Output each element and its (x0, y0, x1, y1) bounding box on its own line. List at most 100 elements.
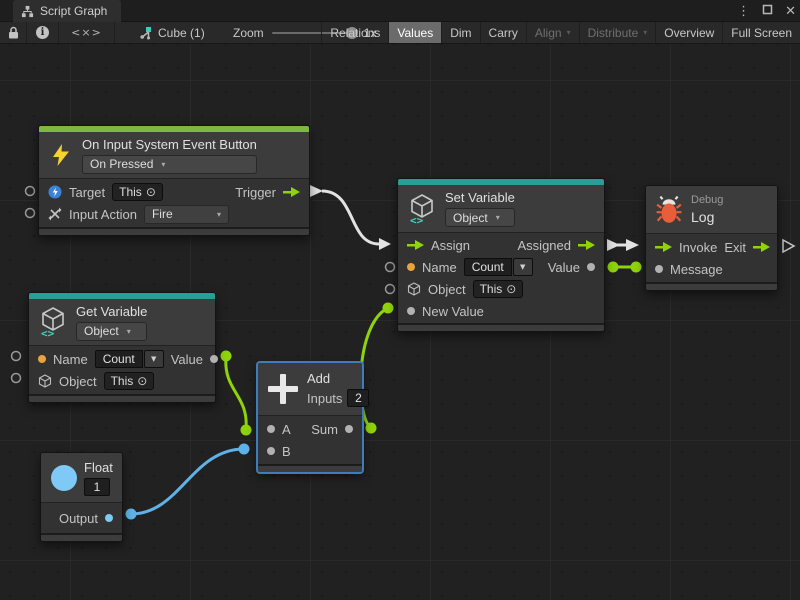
node-add[interactable]: Add Inputs 2 A Sum (257, 362, 363, 473)
values-button[interactable]: Values (388, 22, 441, 43)
chevron-down-icon: ▾ (127, 327, 131, 336)
tab-title: Script Graph (40, 4, 107, 18)
name-port[interactable] (407, 263, 415, 271)
value-label: Value (548, 260, 580, 275)
chevron-down-icon: ▾ (161, 160, 165, 169)
node-float[interactable]: Float 1 Output (40, 452, 123, 542)
a-port[interactable] (267, 425, 275, 433)
object-field[interactable]: This ⊙ (104, 372, 155, 390)
bug-icon (656, 196, 682, 224)
port-setvar-object[interactable] (386, 285, 395, 294)
name-combo-field[interactable]: Count ▼ (464, 258, 533, 276)
carry-button[interactable]: Carry (480, 22, 526, 43)
node-header: Add Inputs 2 (258, 363, 362, 416)
chevron-down-icon[interactable]: ▼ (513, 258, 533, 276)
wire-trigger-to-assign[interactable] (322, 191, 379, 244)
chevron-down-icon: ▾ (643, 28, 647, 37)
target-object-field[interactable]: This ⊙ (112, 183, 163, 201)
lock-button[interactable] (0, 22, 27, 43)
name-combo-field[interactable]: Count ▼ (95, 350, 164, 368)
value-port-out[interactable] (366, 423, 377, 434)
inputs-label: Inputs (307, 391, 342, 406)
exit-flow-port[interactable] (753, 242, 770, 252)
graph-canvas[interactable]: On Input System Event Button On Pressed … (0, 44, 800, 600)
node-body: Name Count ▼ Value Object (29, 346, 215, 394)
float-value-field[interactable]: 1 (84, 478, 110, 496)
scope-icon: ⊙ (506, 283, 516, 295)
event-type-dropdown[interactable]: On Pressed ▾ (82, 155, 257, 174)
input-action-dropdown[interactable]: Fire ▾ (144, 205, 229, 224)
maximize-icon[interactable] (762, 4, 773, 18)
flow-port-assigned-out[interactable] (607, 239, 620, 251)
value-port[interactable] (587, 263, 595, 271)
node-header: <> Get Variable Object ▾ (29, 299, 215, 346)
graph-target-label: Cube (1) (158, 26, 205, 40)
node-on-input-system-event[interactable]: On Input System Event Button On Pressed … (38, 125, 310, 236)
node-debug-log[interactable]: Debug Log Invoke Exit (645, 185, 778, 291)
inputs-count-field[interactable]: 2 (347, 389, 369, 407)
port-setvar-name[interactable] (386, 263, 395, 272)
graph-target[interactable]: Cube (1) (138, 22, 205, 43)
inspector-button[interactable]: i (27, 22, 59, 43)
float-icon (51, 465, 77, 491)
port-event-target[interactable] (26, 187, 35, 196)
trigger-flow-port[interactable] (283, 187, 300, 197)
trigger-label: Trigger (235, 185, 276, 200)
value-port-in[interactable] (383, 303, 394, 314)
dim-button[interactable]: Dim (441, 22, 479, 43)
wire-sum-to-newvalue[interactable] (361, 308, 388, 428)
node-category: Debug (691, 194, 723, 206)
chevron-down-icon[interactable]: ▼ (144, 350, 164, 368)
flow-port-trigger-out[interactable] (310, 185, 323, 197)
chevron-down-icon: ▾ (217, 210, 221, 219)
close-icon[interactable]: ✕ (785, 4, 796, 19)
value-port-out[interactable] (608, 262, 619, 273)
b-port[interactable] (267, 447, 275, 455)
input-system-icon (48, 185, 62, 199)
input-a-row: A Sum (258, 418, 362, 440)
value-port-in[interactable] (241, 425, 252, 436)
port-event-action[interactable] (26, 209, 35, 218)
wire-arrowhead (379, 238, 391, 250)
code-view-button[interactable]: <×> (59, 22, 115, 43)
menu-icon[interactable]: ⋮ (737, 4, 750, 19)
fullscreen-button[interactable]: Full Screen (722, 22, 800, 43)
output-port[interactable] (105, 514, 113, 522)
assigned-flow-port[interactable] (578, 240, 595, 250)
value-port[interactable] (210, 355, 218, 363)
node-title: Log (691, 209, 723, 225)
name-label: Name (53, 352, 88, 367)
port-getvar-object[interactable] (12, 374, 21, 383)
toolbar-toggle-group: Relations Values Dim Carry Align ▾ Distr… (321, 22, 800, 43)
value-port-out[interactable] (221, 351, 232, 362)
sum-port[interactable] (345, 425, 353, 433)
variable-scope-dropdown[interactable]: Object ▾ (76, 322, 147, 341)
object-field[interactable]: This ⊙ (473, 280, 524, 298)
node-title: Set Variable (445, 190, 515, 205)
tab-script-graph[interactable]: Script Graph (13, 0, 121, 22)
name-port[interactable] (38, 355, 46, 363)
node-set-variable[interactable]: <> Set Variable Object ▾ Assign (397, 178, 605, 332)
port-getvar-name[interactable] (12, 352, 21, 361)
node-header: <> Set Variable Object ▾ (398, 185, 604, 233)
input-action-row: Input Action Fire ▾ (39, 203, 309, 225)
wire-arrowhead (626, 239, 639, 251)
variable-scope-dropdown[interactable]: Object ▾ (445, 208, 515, 227)
node-get-variable[interactable]: <> Get Variable Object ▾ Name Count ▼ (28, 292, 216, 403)
relations-button[interactable]: Relations (321, 22, 388, 43)
message-port[interactable] (655, 265, 663, 273)
overview-button[interactable]: Overview (655, 22, 722, 43)
assign-flow-port[interactable] (407, 240, 424, 250)
wire-float-to-b[interactable] (131, 449, 244, 514)
align-button: Align ▾ (526, 22, 579, 43)
graph-target-icon (138, 26, 152, 40)
node-title: On Input System Event Button (82, 137, 257, 152)
value-port-in[interactable] (631, 262, 642, 273)
new-value-port[interactable] (407, 307, 415, 315)
value-port-out[interactable] (126, 509, 137, 520)
flow-port-exit-out[interactable] (783, 240, 794, 252)
target-label: Target (69, 185, 105, 200)
wire-getvalue-to-a[interactable] (226, 356, 246, 430)
value-port-in[interactable] (239, 444, 250, 455)
invoke-flow-port[interactable] (655, 242, 672, 252)
